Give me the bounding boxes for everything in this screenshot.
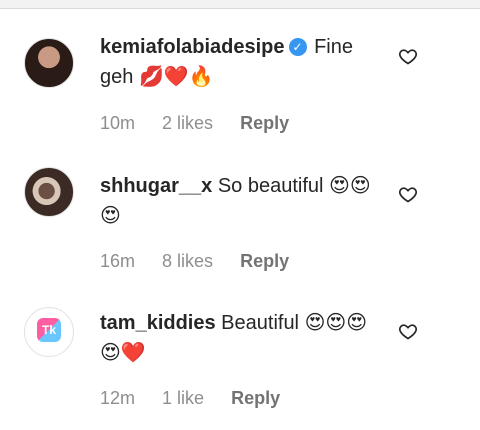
comment-body: Beautiful — [221, 312, 300, 334]
time: 12m — [100, 388, 136, 408]
username[interactable]: shhugar__x — [100, 175, 212, 197]
comment-text: kemiafolabiadesipe ✓ Fine geh 💋❤️🔥 — [100, 33, 380, 92]
tam-kiddies-logo: Tk — [37, 318, 61, 342]
verified-badge-icon: ✓ — [288, 38, 307, 56]
avatar[interactable]: Tk — [24, 307, 74, 357]
comment-text: tam_kiddies Beautiful 😍😍😍😍❤️ — [100, 308, 380, 368]
reply-button[interactable]: Reply — [240, 251, 289, 271]
comment-item-3: Tk tam_kiddies Beautiful 😍😍😍😍❤️ 12m 1 li… — [0, 300, 480, 430]
comment-body: So beautiful — [217, 175, 324, 197]
comment-meta: 10m 2 likes Reply — [100, 113, 311, 134]
comment-emoji: 💋❤️🔥 — [138, 64, 214, 88]
heart-outline-icon[interactable] — [398, 46, 418, 66]
reply-button[interactable]: Reply — [240, 113, 289, 133]
heart-outline-icon[interactable] — [398, 321, 418, 341]
comment-meta: 16m 8 likes Reply — [100, 251, 311, 272]
comment-meta: 12m 1 like Reply — [100, 388, 302, 409]
heart-outline-icon[interactable] — [398, 184, 418, 204]
top-divider — [0, 0, 480, 9]
comment-item-2: shhugar__x So beautiful 😍😍😍 16m 8 likes … — [0, 163, 480, 293]
comment-item-1: kemiafolabiadesipe ✓ Fine geh 💋❤️🔥 10m 2 … — [0, 25, 480, 155]
time: 10m — [100, 113, 136, 133]
avatar[interactable] — [24, 38, 74, 88]
likes-count[interactable]: 2 likes — [162, 113, 213, 133]
comment-text: shhugar__x So beautiful 😍😍😍 — [100, 171, 380, 231]
reply-button[interactable]: Reply — [231, 388, 280, 408]
username[interactable]: tam_kiddies — [100, 312, 216, 334]
time: 16m — [100, 251, 136, 271]
likes-count[interactable]: 8 likes — [162, 251, 213, 271]
username[interactable]: kemiafolabiadesipe — [100, 36, 285, 58]
likes-count[interactable]: 1 like — [162, 388, 204, 408]
avatar[interactable] — [24, 167, 74, 217]
